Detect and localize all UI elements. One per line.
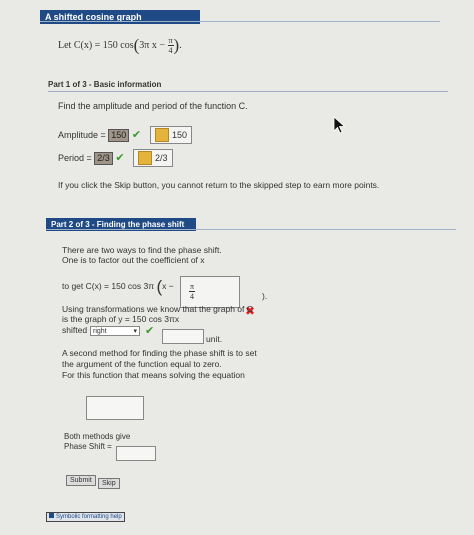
period-answer: 2/3 [133, 149, 173, 167]
part1-rule [48, 91, 448, 92]
part1-header: Part 1 of 3 - Basic information [48, 80, 162, 89]
transform-line2: is the graph of y = 150 cos 3πx [62, 314, 180, 324]
shift-amount-input[interactable] [162, 329, 204, 344]
symbolic-formatting-help-link[interactable]: Symbolic formatting help [46, 512, 125, 522]
key-icon[interactable] [155, 128, 169, 142]
amplitude-label: Amplitude = [58, 130, 106, 140]
period-answer-wrap: 2/3 [133, 149, 173, 167]
function-arg: 3π x − [139, 39, 165, 51]
shifted-label: shifted [62, 325, 88, 335]
factor-open: x − [162, 281, 174, 291]
factor-close: ). [262, 291, 268, 301]
mouse-pointer-icon [333, 116, 346, 134]
function-prefix: Let C(x) = 150 cos [58, 39, 134, 51]
help-icon [49, 513, 54, 518]
amplitude-row: Amplitude = 150 ✔ [58, 128, 141, 142]
method2-line1: A second method for finding the phase sh… [62, 348, 257, 358]
period-input[interactable]: 2/3 [94, 152, 113, 165]
check-icon: ✔ [145, 325, 155, 337]
check-icon: ✔ [115, 152, 125, 164]
factor-line: to get C(x) = 150 cos 3π (x − [62, 276, 174, 296]
phase-shift-label: Phase Shift = [64, 442, 112, 451]
function-definition: Let C(x) = 150 cos(3π x − π 4). [58, 35, 182, 55]
part2-intro-line1: There are two ways to find the phase shi… [62, 245, 222, 255]
both-methods-label: Both methods give [64, 432, 131, 441]
title-rule [40, 21, 440, 22]
problem-page: A shifted cosine graph Let C(x) = 150 co… [0, 0, 474, 535]
key-icon[interactable] [138, 151, 152, 165]
chevron-down-icon: ▾ [133, 328, 137, 335]
transform-line1: Using transformations we know that the g… [62, 304, 253, 314]
part2-intro-line2: One is to factor out the coefficient of … [62, 255, 205, 265]
equation-input[interactable] [86, 396, 144, 420]
shift-direction-select[interactable]: right ▾ [90, 326, 140, 336]
phase-shift-input[interactable] [116, 446, 156, 461]
amplitude-answer-wrap: 150 [150, 126, 193, 144]
amplitude-answer: 150 [150, 126, 193, 144]
factor-prefix: to get C(x) = 150 cos 3π [62, 281, 155, 291]
period-row: Period = 2/3 ✔ [58, 151, 125, 165]
submit-button[interactable]: Submit [66, 475, 96, 486]
check-icon: ✔ [131, 129, 142, 141]
skip-button[interactable]: Skip [98, 478, 120, 489]
part2-rule [46, 229, 456, 230]
method2-line2: the argument of the function equal to ze… [62, 359, 222, 369]
method2-line3: For this function that means solving the… [62, 370, 245, 380]
period-label: Period = [58, 153, 92, 163]
part1-instruction: Find the amplitude and period of the fun… [58, 101, 248, 111]
amplitude-input[interactable]: 150 [108, 129, 130, 142]
skip-notice: If you click the Skip button, you cannot… [58, 180, 380, 190]
factor-fraction: π4 [189, 282, 196, 301]
unit-label: unit. [206, 334, 223, 344]
